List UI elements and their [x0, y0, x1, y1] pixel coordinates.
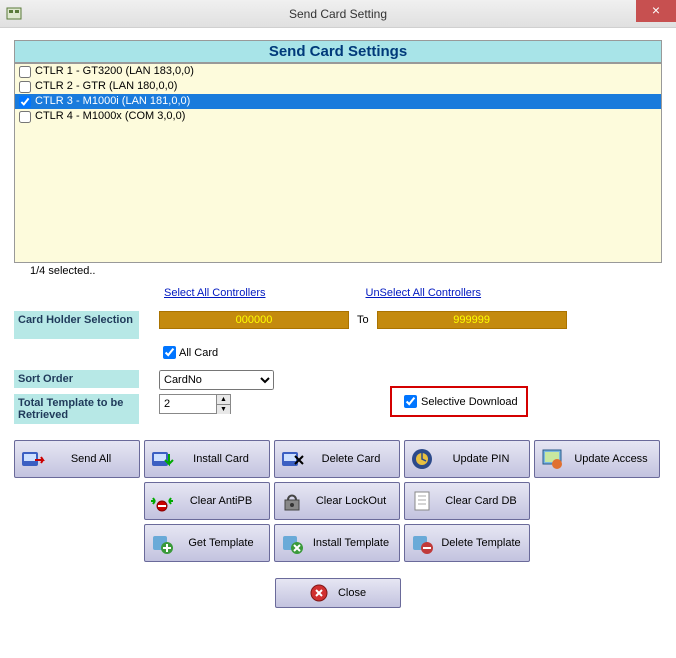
allcard-label: All Card: [179, 347, 218, 359]
update-access-icon: [539, 446, 565, 472]
install-card-button[interactable]: Install Card: [144, 440, 270, 478]
delete-card-icon: [279, 446, 305, 472]
clear-carddb-button[interactable]: Clear Card DB: [404, 482, 530, 520]
controller-row[interactable]: CTLR 3 - M1000i (LAN 181,0,0): [15, 94, 661, 109]
controller-checkbox[interactable]: [19, 66, 31, 78]
close-icon: [310, 584, 328, 602]
delete-card-label: Delete Card: [307, 453, 395, 465]
get-template-label: Get Template: [177, 537, 265, 549]
clear-antipb-button[interactable]: Clear AntiPB: [144, 482, 270, 520]
controller-label: CTLR 3 - M1000i (LAN 181,0,0): [35, 94, 190, 109]
delete-card-button[interactable]: Delete Card: [274, 440, 400, 478]
update-access-button[interactable]: Update Access: [534, 440, 660, 478]
controller-label: CTLR 4 - M1000x (COM 3,0,0): [35, 109, 185, 124]
install-card-label: Install Card: [177, 453, 265, 465]
window-body: Send Card Settings CTLR 1 - GT3200 (LAN …: [0, 28, 676, 618]
controller-row[interactable]: CTLR 4 - M1000x (COM 3,0,0): [15, 109, 661, 124]
selective-download-box: Selective Download: [390, 386, 528, 417]
sortorder-row: Sort Order CardNo: [14, 370, 662, 390]
header-band: Send Card Settings: [14, 40, 662, 63]
controller-row[interactable]: CTLR 2 - GTR (LAN 180,0,0): [15, 79, 661, 94]
selection-count: 1/4 selected..: [14, 263, 662, 277]
clear-carddb-icon: [409, 488, 435, 514]
cardholder-from[interactable]: 000000: [159, 311, 349, 329]
send-all-label: Send All: [47, 453, 135, 465]
cardholder-row: Card Holder Selection 000000 To 999999: [14, 311, 662, 339]
clear-carddb-label: Clear Card DB: [437, 495, 525, 507]
send-all-button[interactable]: Send All: [14, 440, 140, 478]
sortorder-select[interactable]: CardNo: [159, 370, 274, 390]
controller-label: CTLR 2 - GTR (LAN 180,0,0): [35, 79, 177, 94]
send-all-icon: [19, 446, 45, 472]
clear-antipb-icon: [149, 488, 175, 514]
update-pin-button[interactable]: Update PIN: [404, 440, 530, 478]
update-access-label: Update Access: [567, 453, 655, 465]
delete-template-icon: [409, 530, 435, 556]
clear-antipb-label: Clear AntiPB: [177, 495, 265, 507]
get-template-button[interactable]: Get Template: [144, 524, 270, 562]
controller-label: CTLR 1 - GT3200 (LAN 183,0,0): [35, 64, 194, 79]
unselect-all-link[interactable]: UnSelect All Controllers: [366, 287, 482, 299]
allcard-row: All Card: [159, 343, 662, 362]
delete-template-label: Delete Template: [437, 537, 525, 549]
install-template-icon: [279, 530, 305, 556]
window-close-button[interactable]: ×: [636, 0, 676, 22]
update-pin-icon: [409, 446, 435, 472]
totaltemplate-label: Total Template to be Retrieved: [14, 394, 139, 424]
window-title: Send Card Setting: [0, 7, 676, 21]
select-all-link[interactable]: Select All Controllers: [164, 287, 266, 299]
selective-download-checkbox[interactable]: [404, 395, 417, 408]
delete-template-button[interactable]: Delete Template: [404, 524, 530, 562]
controller-row[interactable]: CTLR 1 - GT3200 (LAN 183,0,0): [15, 64, 661, 79]
titlebar: Send Card Setting ×: [0, 0, 676, 28]
app-icon: [6, 6, 22, 22]
link-row: Select All Controllers UnSelect All Cont…: [14, 277, 662, 311]
allcard-checkbox[interactable]: [163, 346, 176, 359]
selective-download-label: Selective Download: [421, 396, 518, 408]
controller-checkbox[interactable]: [19, 96, 31, 108]
install-card-icon: [149, 446, 175, 472]
clear-lockout-label: Clear LockOut: [307, 495, 395, 507]
clear-lockout-button[interactable]: Clear LockOut: [274, 482, 400, 520]
cardholder-label: Card Holder Selection: [14, 311, 139, 339]
totaltemplate-spinner[interactable]: ▲ ▼: [159, 394, 231, 414]
totaltemplate-input[interactable]: [160, 395, 216, 413]
controller-checkbox[interactable]: [19, 111, 31, 123]
install-template-label: Install Template: [307, 537, 395, 549]
controller-list[interactable]: CTLR 1 - GT3200 (LAN 183,0,0)CTLR 2 - GT…: [14, 63, 662, 263]
to-label: To: [349, 314, 377, 326]
button-grid: Send All Install Card Delete Card Update…: [14, 440, 662, 562]
spinner-down-icon[interactable]: ▼: [216, 405, 230, 414]
sortorder-label: Sort Order: [14, 370, 139, 388]
clear-lockout-icon: [279, 488, 305, 514]
totaltemplate-row: Total Template to be Retrieved ▲ ▼: [14, 394, 662, 424]
cardholder-to[interactable]: 999999: [377, 311, 567, 329]
update-pin-label: Update PIN: [437, 453, 525, 465]
close-label: Close: [338, 587, 366, 599]
install-template-button[interactable]: Install Template: [274, 524, 400, 562]
spinner-up-icon[interactable]: ▲: [216, 395, 230, 405]
close-button[interactable]: Close: [275, 578, 401, 608]
get-template-icon: [149, 530, 175, 556]
controller-checkbox[interactable]: [19, 81, 31, 93]
